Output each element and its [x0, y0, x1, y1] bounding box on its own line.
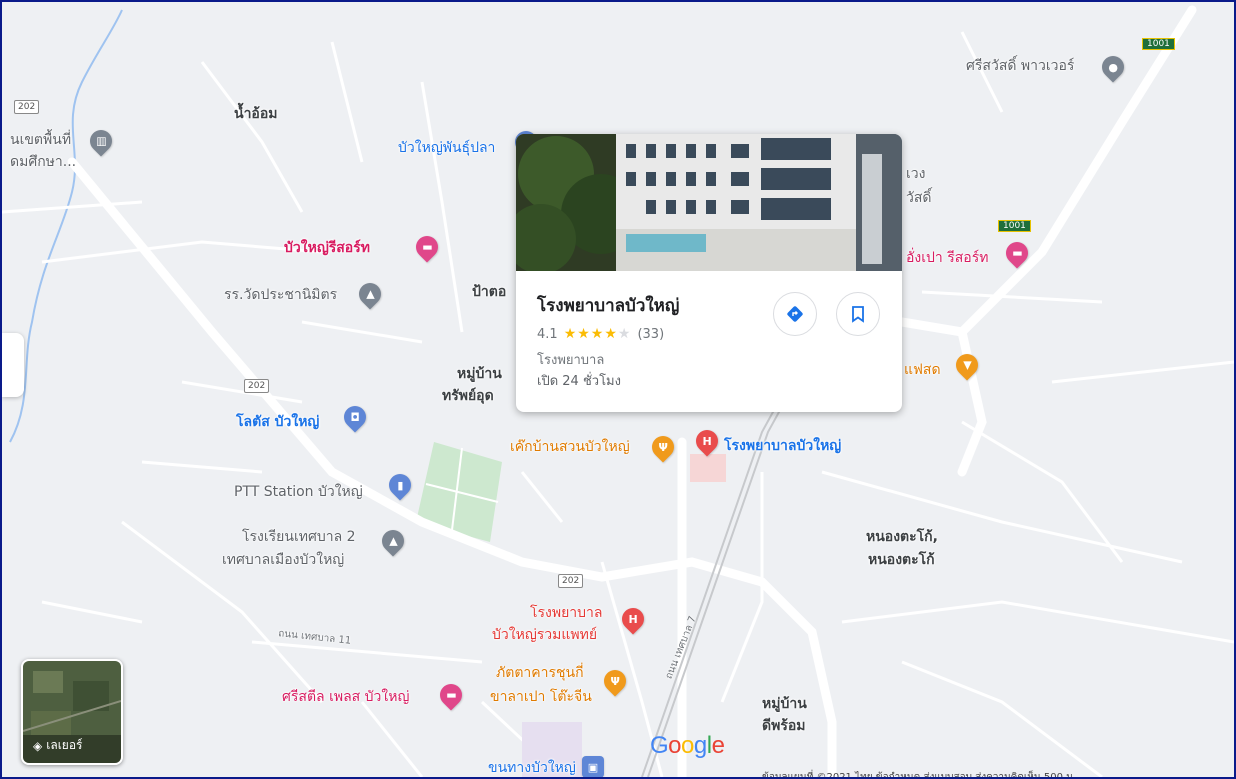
label-village1-1: หมู่บ้าน — [457, 366, 502, 382]
label-village2-2: ดีพร้อม — [762, 718, 806, 734]
label-srisatin[interactable]: ศรีสตีล เพลส บัวใหญ่ — [282, 689, 409, 705]
highway-1001-shield-a: 1001 — [1142, 38, 1175, 50]
label-restaurant-1[interactable]: ภัตตาคารชุนกี่ — [496, 665, 584, 681]
directions-icon — [787, 306, 803, 322]
route-202-shield-b: 202 — [244, 379, 270, 393]
label-nongtako-1: หนองตะโก้, — [866, 529, 938, 545]
label-village2-1: หมู่บ้าน — [762, 696, 807, 712]
label-lotus[interactable]: โลตัส บัวใหญ่ — [236, 414, 319, 430]
place-title: โรงพยาบาลบัวใหญ่ — [537, 296, 680, 316]
layers-button[interactable]: ◈ เลเยอร์ — [21, 659, 123, 765]
place-hours: เปิด 24 ชั่วโมง — [537, 374, 621, 389]
label-village1-2: ทรัพย์อุด — [442, 388, 494, 404]
label-muni-school-1[interactable]: โรงเรียนเทศบาล 2 — [242, 529, 356, 545]
label-hospital-selected[interactable]: โรงพยาบาลบัวใหญ่ — [724, 438, 841, 454]
layers-icon: ◈ — [33, 738, 43, 753]
label-school[interactable]: รร.วัดประชานิมิตร — [224, 287, 337, 303]
label-bus[interactable]: ขนทางบัวใหญ่ — [488, 760, 576, 776]
label-aungpao[interactable]: อั่งเปา รีสอร์ท — [906, 250, 988, 266]
place-photo[interactable] — [516, 134, 902, 271]
bus-pin-icon[interactable]: ▣ — [582, 756, 604, 777]
save-button[interactable] — [836, 292, 880, 336]
directions-button[interactable] — [773, 292, 817, 336]
label-restaurant-2[interactable]: ขาลาเปา โต๊ะจีน — [490, 689, 592, 705]
layers-label: ◈ เลเยอร์ — [33, 738, 83, 753]
label-guang-2: วัสดิ์ — [906, 190, 932, 206]
label-namom: น้ำอ้อม — [234, 106, 278, 122]
route-202-shield-c: 202 — [558, 574, 584, 588]
label-hosp2-2[interactable]: บัวใหญ่รวมแพทย์ — [492, 627, 597, 643]
map-attribution[interactable]: ข้อมูลแผนที่ ©2021 ไทย ข้อกำหนด ส่งแบบสอ… — [762, 770, 1076, 777]
label-suan-food[interactable]: เค๊กบ้านสวนบัวใหญ่ — [510, 439, 630, 455]
label-muni-school-2[interactable]: เทศบาลเมืองบัวใหญ่ — [222, 552, 344, 568]
place-category: โรงพยาบาล — [537, 353, 605, 368]
label-pata: ป้าตอ — [472, 284, 507, 300]
label-museum-2[interactable]: ดมศึกษา... — [10, 154, 76, 170]
review-count[interactable]: (33) — [637, 327, 664, 342]
route-202-shield-a: 202 — [14, 100, 40, 114]
side-panel-toggle[interactable] — [2, 333, 24, 397]
rating-row[interactable]: 4.1 ★★★★★ (33) — [537, 326, 664, 342]
label-ptt[interactable]: PTT Station บัวใหญ่ — [234, 484, 363, 500]
label-sri-power[interactable]: ศรีสวัสดิ์ พาวเวอร์ — [966, 58, 1074, 74]
star-rating-icon: ★★★★★ — [563, 326, 632, 342]
label-hosp2-1[interactable]: โรงพยาบาล — [530, 605, 603, 621]
map-viewport[interactable]: น้ำอ้อม ศรีสวัสดิ์ พาวเวอร์ ● บัวใหญ่พัน… — [0, 0, 1236, 779]
label-cafe[interactable]: แฟสด — [904, 362, 941, 378]
label-resort[interactable]: บัวใหญ่รีสอร์ท — [284, 240, 370, 256]
label-nongtako-2: หนองตะโก้ — [868, 552, 935, 568]
label-guang-1: เวง — [906, 166, 926, 182]
highway-1001-shield-b: 1001 — [998, 220, 1031, 232]
label-museum-1[interactable]: นเขตพื้นที่ — [10, 132, 71, 148]
bookmark-icon — [852, 306, 864, 323]
label-bua-yai-fish[interactable]: บัวใหญ่พันธุ์ปลา — [398, 140, 495, 156]
rating-value: 4.1 — [537, 326, 558, 342]
google-logo: Google — [650, 732, 725, 759]
place-info-card[interactable]: โรงพยาบาลบัวใหญ่ 4.1 ★★★★★ (33) โรงพยาบา… — [516, 134, 902, 412]
